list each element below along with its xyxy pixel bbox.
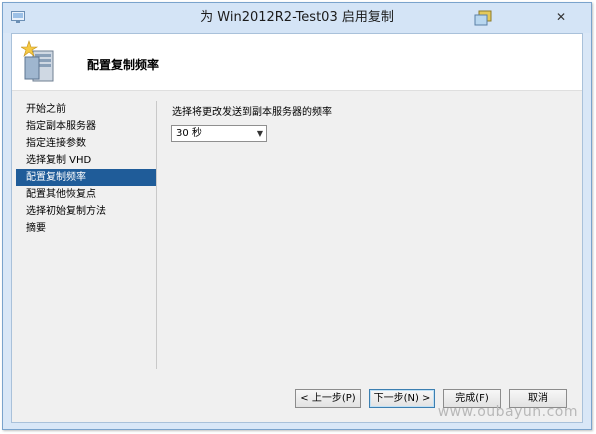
watermark: www.oubayun.com <box>437 404 578 420</box>
nav-step-item[interactable]: 指定连接参数 <box>16 135 156 152</box>
nav-step-item[interactable]: 指定副本服务器 <box>16 118 156 135</box>
title-bar[interactable]: 为 Win2012R2-Test03 启用复制 ✕ <box>3 3 591 33</box>
nav-step-item[interactable]: 配置其他恢复点 <box>16 186 156 203</box>
nav-step-item[interactable]: 选择复制 VHD <box>16 152 156 169</box>
frequency-label: 选择将更改发送到副本服务器的频率 <box>172 107 332 118</box>
frequency-select-value: 30 秒 <box>176 128 202 139</box>
page-title: 配置复制频率 <box>87 58 160 72</box>
dialog-window: 为 Win2012R2-Test03 启用复制 ✕ 配置复制频率 开始之前 指定副… <box>2 2 592 430</box>
window-title: 为 Win2012R2-Test03 启用复制 <box>200 10 394 25</box>
header-divider <box>12 90 582 91</box>
close-button[interactable]: ✕ <box>548 8 574 26</box>
nav-step-item[interactable]: 选择初始复制方法 <box>16 203 156 220</box>
dialog-content: 配置复制频率 开始之前 指定副本服务器 指定连接参数 选择复制 VHD 配置复制频率 配置… <box>11 33 583 423</box>
restore-icon[interactable] <box>473 10 493 26</box>
page-header: 配置复制频率 <box>12 34 582 90</box>
previous-button[interactable]: < 上一步(P) <box>295 389 361 408</box>
wizard-steps-nav: 开始之前 指定副本服务器 指定连接参数 选择复制 VHD 配置复制频率 配置其他恢复点 选择… <box>16 101 156 237</box>
nav-step-item[interactable]: 配置复制频率 <box>16 169 156 186</box>
frequency-select[interactable]: 30 秒 ▼ <box>171 125 267 142</box>
nav-separator <box>156 101 157 369</box>
chevron-down-icon: ▼ <box>256 129 263 138</box>
server-replication-icon <box>21 40 54 82</box>
next-button[interactable]: 下一步(N) > <box>369 389 435 408</box>
nav-step-item[interactable]: 摘要 <box>16 220 156 237</box>
nav-step-item[interactable]: 开始之前 <box>16 101 156 118</box>
